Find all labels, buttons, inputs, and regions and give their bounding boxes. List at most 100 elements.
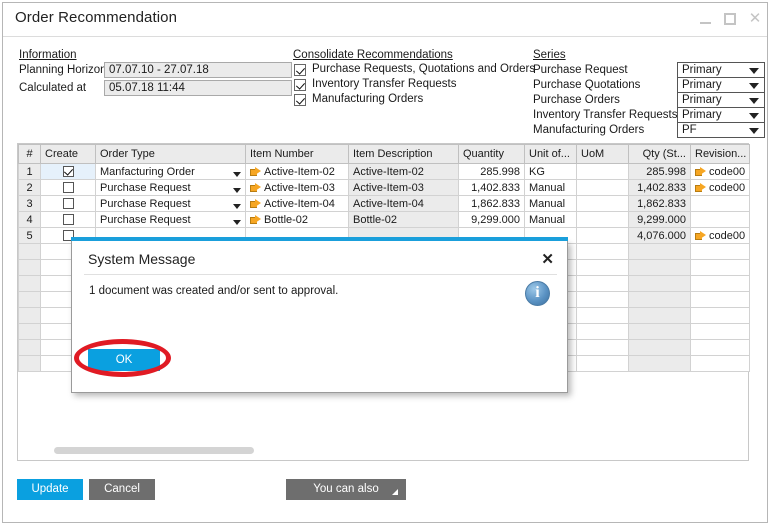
row-create-checkbox[interactable] xyxy=(62,197,74,209)
row-revision[interactable] xyxy=(690,291,750,308)
column-header-item-number[interactable]: Item Number xyxy=(245,144,349,164)
close-icon[interactable]: ✕ xyxy=(747,11,763,27)
maximize-icon[interactable] xyxy=(722,11,738,27)
column-header-index[interactable]: # xyxy=(18,144,41,164)
row-unit-of[interactable]: Manual xyxy=(524,195,577,212)
column-header-item-description[interactable]: Item Description xyxy=(348,144,459,164)
row-create-cell[interactable] xyxy=(40,163,96,180)
row-quantity[interactable]: 1,862.833 xyxy=(458,195,525,212)
checkbox-inventory-transfer-requests[interactable] xyxy=(294,79,306,91)
row-create-cell[interactable] xyxy=(40,179,96,196)
chevron-down-icon xyxy=(233,219,241,225)
column-header-unit-of[interactable]: Unit of... xyxy=(524,144,577,164)
row-create-cell[interactable] xyxy=(40,195,96,212)
row-item-number[interactable]: Active-Item-03 xyxy=(245,179,349,196)
you-can-also-button[interactable]: You can also xyxy=(286,479,406,500)
system-message-dialog: System Message ✕ 1 document was created … xyxy=(71,237,568,393)
row-item-number[interactable]: Bottle-02 xyxy=(245,211,349,228)
series-select-inventory-transfer-requests[interactable]: Primary xyxy=(677,107,765,123)
row-revision[interactable] xyxy=(690,323,750,340)
table-row[interactable]: 1 Manfacturing Order Active-Item-02 Active-… xyxy=(18,163,750,180)
calculated-at-input[interactable]: 05.07.18 11:44 xyxy=(104,80,292,96)
row-create-checkbox[interactable] xyxy=(62,181,74,193)
series-select-purchase-orders[interactable]: Primary xyxy=(677,92,765,108)
row-item-number[interactable]: Active-Item-02 xyxy=(245,163,349,180)
series-group-title: Series xyxy=(533,49,566,61)
ok-button[interactable]: OK xyxy=(88,349,160,371)
row-order-type[interactable]: Purchase Request xyxy=(95,179,246,196)
column-header-quantity[interactable]: Quantity xyxy=(458,144,525,164)
row-uom[interactable] xyxy=(576,323,629,340)
horizontal-scrollbar[interactable] xyxy=(54,447,254,454)
row-uom[interactable] xyxy=(576,211,629,228)
planning-horizon-input[interactable]: 07.07.10 - 27.07.18 xyxy=(104,62,292,78)
row-revision[interactable] xyxy=(690,211,750,228)
table-row[interactable]: 3 Purchase Request Active-Item-04 Active-It… xyxy=(18,195,750,212)
row-quantity[interactable]: 285.998 xyxy=(458,163,525,180)
row-index xyxy=(18,339,41,356)
row-revision[interactable] xyxy=(690,259,750,276)
row-order-type[interactable]: Purchase Request xyxy=(95,211,246,228)
column-header-order-type[interactable]: Order Type xyxy=(95,144,246,164)
row-qty-stock xyxy=(628,339,691,356)
row-qty-stock xyxy=(628,291,691,308)
row-uom[interactable] xyxy=(576,179,629,196)
row-uom[interactable] xyxy=(576,259,629,276)
column-header-qty-stock[interactable]: Qty (St... xyxy=(628,144,691,164)
row-revision[interactable]: code00 xyxy=(690,163,750,180)
row-revision[interactable]: code00 xyxy=(690,179,750,196)
checkbox-purchase-requests[interactable] xyxy=(294,64,306,76)
row-uom[interactable] xyxy=(576,355,629,372)
dialog-close-icon[interactable]: ✕ xyxy=(541,250,554,268)
row-qty-stock xyxy=(628,355,691,372)
row-uom[interactable] xyxy=(576,227,629,244)
chevron-down-icon xyxy=(233,203,241,209)
row-revision[interactable] xyxy=(690,243,750,260)
row-quantity[interactable]: 1,402.833 xyxy=(458,179,525,196)
row-uom[interactable] xyxy=(576,195,629,212)
you-can-also-label: You can also xyxy=(313,483,379,495)
minimize-icon[interactable] xyxy=(697,11,713,27)
row-quantity[interactable]: 9,299.000 xyxy=(458,211,525,228)
row-unit-of[interactable]: KG xyxy=(524,163,577,180)
chevron-down-icon xyxy=(233,171,241,177)
series-value-manufacturing-orders: PF xyxy=(682,124,697,136)
row-create-checkbox[interactable] xyxy=(62,165,74,177)
row-unit-of[interactable]: Manual xyxy=(524,179,577,196)
checkbox-manufacturing-orders[interactable] xyxy=(294,94,306,106)
page-title: Order Recommendation xyxy=(15,9,178,26)
row-revision[interactable] xyxy=(690,195,750,212)
row-uom[interactable] xyxy=(576,243,629,260)
cancel-button[interactable]: Cancel xyxy=(89,479,155,500)
row-uom[interactable] xyxy=(576,291,629,308)
row-uom[interactable] xyxy=(576,307,629,324)
row-revision[interactable] xyxy=(690,355,750,372)
row-order-type[interactable]: Manfacturing Order xyxy=(95,163,246,180)
table-row[interactable]: 2 Purchase Request Active-Item-03 Active-It… xyxy=(18,179,750,196)
row-create-cell[interactable] xyxy=(40,211,96,228)
row-uom[interactable] xyxy=(576,163,629,180)
row-item-number[interactable]: Active-Item-04 xyxy=(245,195,349,212)
row-qty-stock: 1,402.833 xyxy=(628,179,691,196)
row-uom[interactable] xyxy=(576,275,629,292)
dialog-message: 1 document was created and/or sent to ap… xyxy=(89,285,339,297)
row-revision[interactable] xyxy=(690,307,750,324)
row-uom[interactable] xyxy=(576,339,629,356)
series-select-purchase-request[interactable]: Primary xyxy=(677,62,765,78)
information-group-title: Information xyxy=(19,49,77,61)
row-unit-of[interactable]: Manual xyxy=(524,211,577,228)
column-header-revision[interactable]: Revision... xyxy=(690,144,750,164)
series-select-purchase-quotations[interactable]: Primary xyxy=(677,77,765,93)
update-button[interactable]: Update xyxy=(17,479,83,500)
row-order-type[interactable]: Purchase Request xyxy=(95,195,246,212)
row-create-checkbox[interactable] xyxy=(62,213,74,225)
column-header-create[interactable]: Create xyxy=(40,144,96,164)
row-revision[interactable] xyxy=(690,275,750,292)
series-value-inventory-transfer-requests: Primary xyxy=(682,109,722,121)
table-row[interactable]: 4 Purchase Request Bottle-02 Bottle-02 9,299… xyxy=(18,211,750,228)
row-revision[interactable]: code00 xyxy=(690,227,750,244)
row-revision[interactable] xyxy=(690,339,750,356)
column-header-uom[interactable]: UoM xyxy=(576,144,629,164)
row-qty-stock xyxy=(628,259,691,276)
series-select-manufacturing-orders[interactable]: PF xyxy=(677,122,765,138)
